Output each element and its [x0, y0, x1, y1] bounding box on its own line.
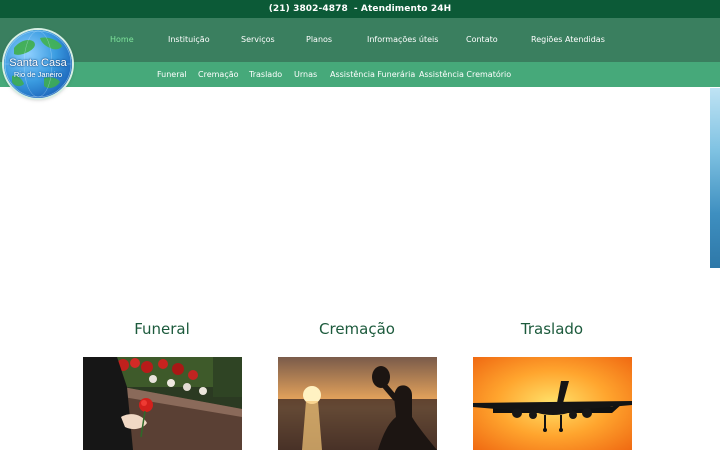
nav-contato[interactable]: Contato: [466, 18, 498, 62]
nav-informacoes-uteis[interactable]: Informações úteis: [367, 18, 438, 62]
nav-instituicao[interactable]: Instituição: [168, 18, 210, 62]
sub-nav: Funeral Cremação Traslado Urnas Assistên…: [0, 62, 720, 87]
logo-text-rio-de-janeiro: Rio de Janeiro: [13, 70, 63, 79]
subnav-assistencia-funeraria[interactable]: Assistência Funerária: [330, 62, 415, 87]
service-title-traslado[interactable]: Traslado: [472, 320, 632, 338]
coffin-with-rose-photo[interactable]: [83, 357, 242, 450]
sunset-sea-urn-photo[interactable]: [278, 357, 437, 450]
subnav-assistencia-crematorio[interactable]: Assistência Crematório: [419, 62, 511, 87]
nav-planos[interactable]: Planos: [306, 18, 332, 62]
subnav-cremacao[interactable]: Cremação: [198, 62, 239, 87]
banner-slider-edge: [710, 88, 720, 268]
subnav-funeral[interactable]: Funeral: [157, 62, 187, 87]
subnav-urnas[interactable]: Urnas: [294, 62, 317, 87]
site-logo[interactable]: Santa Casa Rio de Janeiro: [4, 30, 72, 98]
service-title-cremacao[interactable]: Cremação: [277, 320, 437, 338]
airplane-sunset-photo[interactable]: [473, 357, 632, 450]
nav-regioes-atendidas[interactable]: Regiões Atendidas: [531, 18, 605, 62]
logo-text-santa-casa: Santa Casa: [9, 57, 67, 69]
top-info-bar: (21) 3802-4878 - Atendimento 24H: [0, 0, 720, 18]
nav-home[interactable]: Home: [110, 18, 134, 62]
nav-servicos[interactable]: Serviços: [241, 18, 275, 62]
main-nav: Home Instituição Serviços Planos Informa…: [0, 18, 720, 62]
service-hours: - Atendimento 24H: [353, 4, 452, 14]
service-title-funeral[interactable]: Funeral: [82, 320, 242, 338]
phone-number[interactable]: (21) 3802-4878: [269, 4, 348, 14]
subnav-traslado[interactable]: Traslado: [249, 62, 282, 87]
